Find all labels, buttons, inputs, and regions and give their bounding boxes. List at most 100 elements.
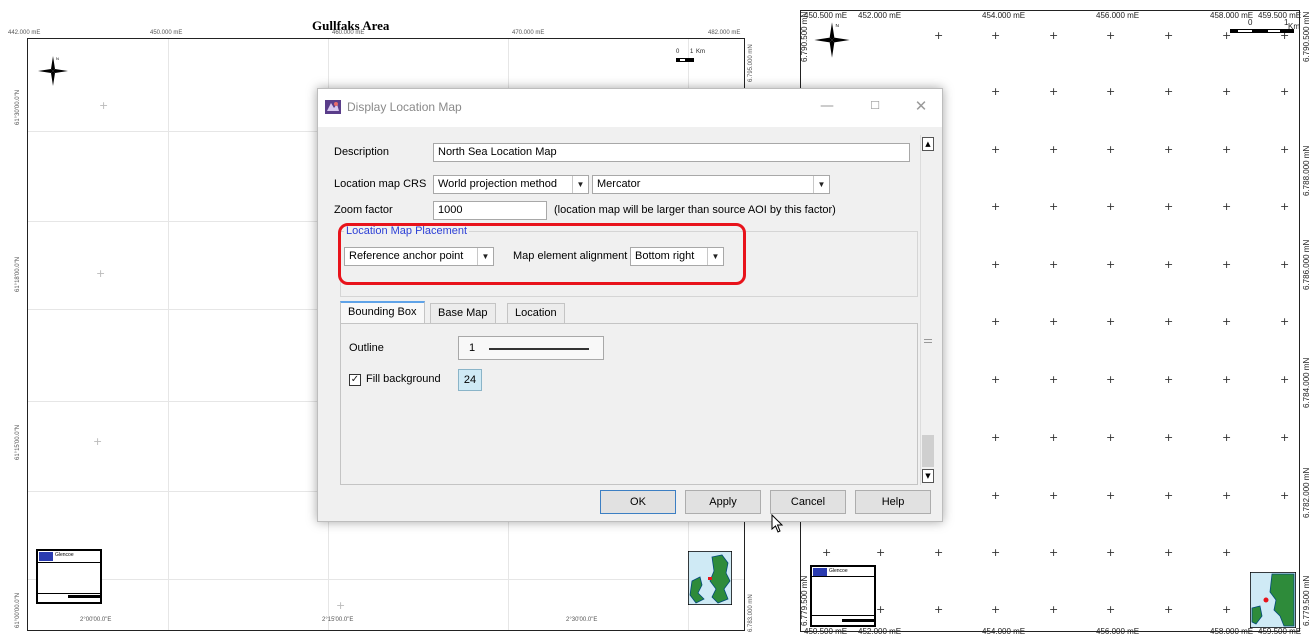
close-button[interactable]: ✕ — [906, 95, 936, 119]
easting-label: 458.000 mE — [1210, 627, 1254, 636]
outline-label: Outline — [349, 342, 384, 354]
easting-label: 452.000 mE — [858, 627, 902, 636]
zoom-factor-field[interactable]: 1000 — [433, 201, 547, 220]
grid-cross: + — [1222, 200, 1232, 213]
grid-cross: + — [1164, 200, 1174, 213]
svg-text:N: N — [836, 23, 839, 28]
tab-base-map[interactable]: Base Map — [430, 303, 496, 324]
zoom-hint: (location map will be larger than source… — [554, 204, 836, 216]
grid-cross: + — [1049, 315, 1059, 328]
grid-cross: + — [1049, 85, 1059, 98]
tab-bounding-box[interactable]: Bounding Box — [340, 301, 425, 324]
northing-label: 6.788.000 mN — [1302, 145, 1311, 196]
grid-cross: + — [1106, 258, 1116, 271]
grid-cross: + — [991, 431, 1001, 444]
fill-background-label: Fill background — [366, 373, 441, 385]
grid-cross: + — [1164, 85, 1174, 98]
grid-cross: + — [1049, 603, 1059, 616]
easting-label: 450.500 mE — [804, 627, 848, 636]
easting-label: 442.000 mE — [8, 30, 41, 36]
grid-cross: + — [1222, 489, 1232, 502]
grid-cross: + — [1049, 258, 1059, 271]
scale-start-label: 0 — [1248, 18, 1253, 27]
location-inset-map — [1250, 572, 1296, 628]
grid-cross: + — [1106, 85, 1116, 98]
scroll-down-button[interactable]: ▼ — [922, 469, 934, 483]
logo-text: Glencoe — [55, 552, 74, 558]
grid-cross: + — [1222, 258, 1232, 271]
grid-cross: + — [1049, 200, 1059, 213]
grid-cross: + — [93, 435, 103, 448]
crs-method-select[interactable]: World projection method ▼ — [433, 175, 589, 194]
maximize-button[interactable]: ☐ — [860, 95, 890, 119]
easting-label: 456.000 mE — [1096, 11, 1140, 20]
scale-start-label: 0 — [676, 49, 680, 55]
easting-label: 452.000 mE — [858, 11, 902, 20]
latitude-label: 61°00'00.0"N — [15, 592, 21, 628]
easting-label: 450.500 mE — [804, 11, 848, 20]
northing-label: 6.790.500 mN — [800, 11, 809, 62]
grid-cross: + — [1106, 546, 1116, 559]
scroll-thumb[interactable] — [922, 435, 934, 467]
latitude-label: 61°30'00.0"N — [15, 89, 21, 125]
easting-label: 450.000 mE — [150, 30, 183, 36]
grid-cross: + — [1222, 603, 1232, 616]
grid-cross: + — [934, 603, 944, 616]
crs-projection-select[interactable]: Mercator ▼ — [592, 175, 830, 194]
svg-text:N: N — [56, 56, 59, 61]
grid-cross: + — [99, 99, 109, 112]
grid-cross: + — [1106, 29, 1116, 42]
grid-cross: + — [1164, 315, 1174, 328]
grid-cross: + — [1106, 489, 1116, 502]
fill-color-swatch[interactable]: 24 — [458, 369, 482, 391]
chevron-down-icon: ▼ — [813, 176, 829, 193]
outline-width-selector[interactable]: 1 — [458, 336, 604, 360]
grid-cross: + — [336, 599, 346, 612]
crs-method-value: World projection method — [438, 178, 558, 190]
easting-label: 459.500 mE — [1258, 627, 1302, 636]
grid-cross: + — [1280, 258, 1290, 271]
grid-cross: + — [1280, 431, 1290, 444]
outline-preview-line — [489, 348, 589, 350]
grid-cross: + — [1049, 143, 1059, 156]
grid-cross: + — [1164, 489, 1174, 502]
longitude-label: 2°30'00.0"E — [566, 617, 598, 623]
apply-button[interactable]: Apply — [685, 490, 761, 514]
grid-cross: + — [991, 200, 1001, 213]
tab-panel: Outline 1 ✓ Fill background 24 — [340, 323, 918, 533]
chevron-down-icon: ▼ — [572, 176, 588, 193]
grid-cross: + — [1049, 489, 1059, 502]
title-bar[interactable]: Display Location Map — ☐ ✕ — [318, 89, 942, 127]
northing-label: 6.786.000 mN — [1302, 239, 1311, 290]
grid-cross: + — [991, 546, 1001, 559]
help-button[interactable]: Help — [855, 490, 931, 514]
grid-cross: + — [876, 546, 886, 559]
vertical-scrollbar[interactable]: ▲ ▼ — [920, 135, 934, 485]
grid-cross: + — [1164, 143, 1174, 156]
outline-value: 1 — [469, 342, 476, 354]
grid-line — [28, 579, 744, 580]
zoom-label: Zoom factor — [334, 204, 393, 216]
grid-cross: + — [991, 85, 1001, 98]
minimize-button[interactable]: — — [812, 95, 842, 119]
northing-label: 6.784.000 mN — [1302, 357, 1311, 408]
description-label: Description — [334, 146, 390, 158]
crs-label: Location map CRS — [334, 178, 427, 190]
latitude-label: 61°18'00.0"N — [15, 256, 21, 292]
scale-bar: 0 1 Km — [1230, 18, 1300, 38]
tab-location[interactable]: Location — [507, 303, 565, 324]
scroll-up-button[interactable]: ▲ — [922, 137, 934, 151]
grid-cross: + — [876, 603, 886, 616]
easting-label: 454.000 mE — [982, 11, 1026, 20]
grid-cross: + — [1164, 431, 1174, 444]
description-field[interactable]: North Sea Location Map — [433, 143, 910, 162]
grid-cross: + — [1164, 29, 1174, 42]
northing-label: 6.779.500 mN — [800, 575, 809, 626]
cancel-button[interactable]: Cancel — [770, 490, 846, 514]
grid-cross: + — [1049, 431, 1059, 444]
grid-cross: + — [1164, 546, 1174, 559]
fill-background-checkbox[interactable]: ✓ — [349, 374, 361, 386]
ok-button[interactable]: OK — [600, 490, 676, 514]
grid-cross: + — [1106, 603, 1116, 616]
grid-cross: + — [1222, 431, 1232, 444]
